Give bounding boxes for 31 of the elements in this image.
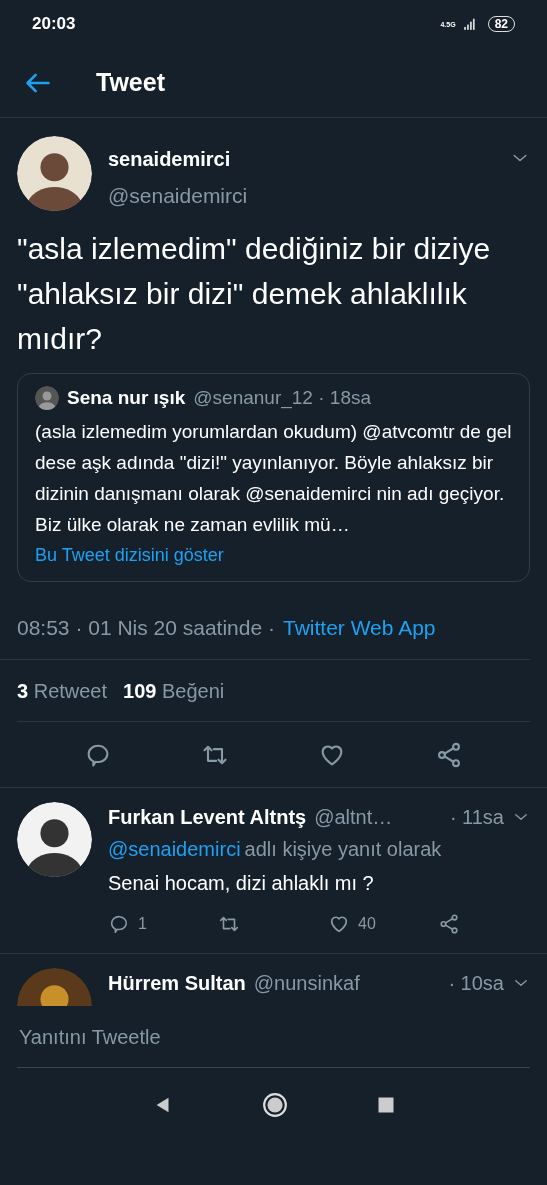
reply-context: adlı kişiye yanıt olarak [244,837,442,862]
avatar [35,385,59,410]
reply-time: · 11sa [449,805,504,830]
mention-link[interactable]: @senaidemirci [108,832,241,866]
author-name[interactable]: senaidemirci [108,144,248,174]
tweet-text: "asla izlemedim" dediğiniz bir diziye "ahlaksız bir dizi" demek ahlaklılık mıdır? [16,230,492,357]
reply-handle: @nunsinkaf [253,971,360,996]
reply-time: · 10sa [448,971,504,996]
reply-icon[interactable] [108,913,130,935]
reply-text: Senai hocam, dizi ahlaklı mı ? [108,871,375,896]
reply-count: 1 [138,914,147,934]
page-title: Tweet [96,66,165,98]
quote-text: (asla izlemedim yorumlardan okudum) @atvcomtr de gel dese aşk adında "dizi!" yayınlanıyor. Böyle ahlaksız bir dizinin danışmanı olarak @senaidemirci nin adı geçiyor. Biz ülke olarak ne zaman evlilik mü… [35,420,512,537]
share-icon[interactable] [438,913,460,935]
stat-count[interactable]: 3 Retweet [17,675,108,706]
reply-input[interactable]: Yanıtını Tweetle [17,1020,530,1053]
quote-author-name: Sena nur ışık [67,385,186,410]
tweet-timestamp: 08:53 · 01 Nis 20 saatinde · [17,614,275,641]
stat-count[interactable]: 109 Beğeni [123,675,225,706]
show-thread-link[interactable]: Bu Tweet dizisini göster [35,542,224,569]
status-time: 20:03 [32,13,76,36]
quote-handle-time: @senanur_12 · 18sa [193,385,372,411]
reply-author-name[interactable]: Furkan Levent Altntş [108,802,307,832]
reply-handle: @altnt… [314,805,393,830]
like-icon[interactable] [328,913,350,935]
home-nav-icon[interactable] [261,1092,288,1118]
source-link[interactable]: Twitter Web App [283,611,436,644]
author-handle: @senaidemirci [108,183,248,209]
like-count: 40 [358,914,376,934]
quoted-tweet-card[interactable] [17,372,530,582]
reply-author-name[interactable]: Hürrem Sultan [108,968,246,998]
